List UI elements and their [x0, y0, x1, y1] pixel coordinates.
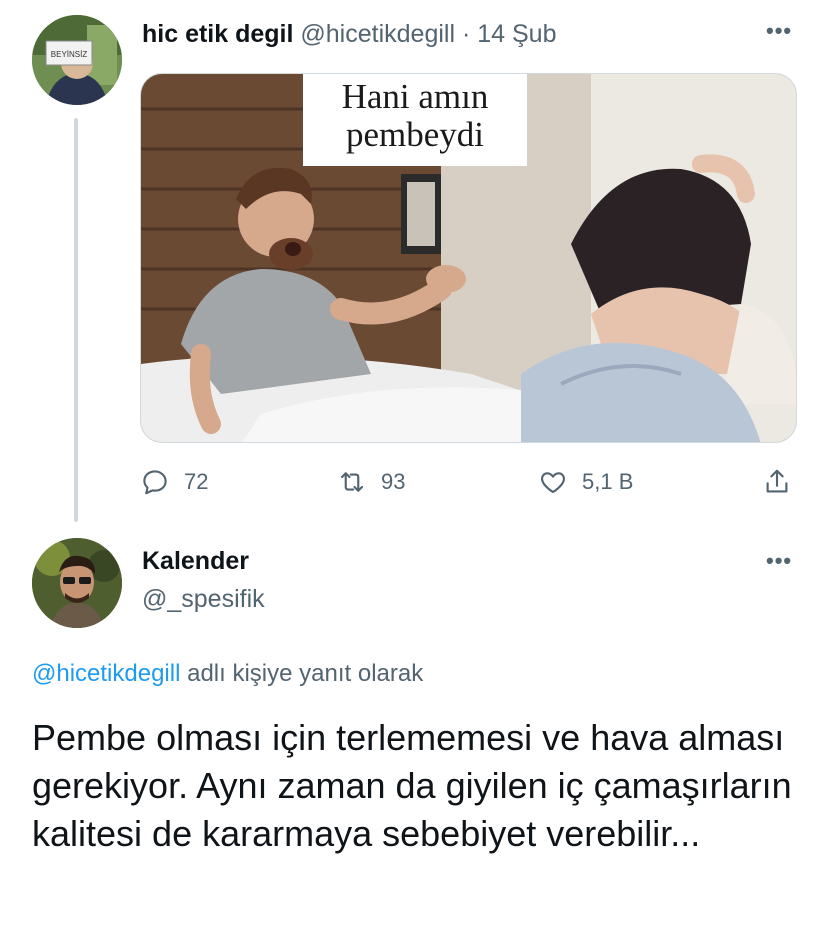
replying-to: @hicetikdegill adlı kişiye yanıt olarak — [32, 658, 423, 690]
retweet-action[interactable]: 93 — [337, 466, 405, 498]
avatar-sign-text: BEYİNSİZ — [51, 50, 88, 59]
meme-caption-line1: Hani amın — [341, 77, 489, 116]
more-options-icon[interactable]: ••• — [766, 548, 792, 574]
more-options-icon[interactable]: ••• — [766, 18, 792, 44]
author-handle[interactable]: @hicetikdegill — [300, 20, 455, 48]
replying-to-suffix: adlı kişiye yanıt olarak — [180, 660, 424, 687]
author-name[interactable]: hic etik degil — [142, 20, 293, 48]
author-avatar[interactable]: BEYİNSİZ — [32, 15, 122, 105]
comment-icon — [143, 470, 167, 495]
reply-action[interactable]: 72 — [140, 466, 208, 498]
separator-dot: · — [461, 20, 471, 48]
reply-author-name[interactable]: Kalender — [142, 545, 249, 577]
replying-to-mention[interactable]: @hicetikdegill — [32, 660, 180, 687]
share-icon — [766, 469, 788, 493]
like-action[interactable]: 5,1 B — [538, 466, 633, 498]
reply-author-handle[interactable]: @_spesifik — [142, 583, 265, 615]
thread-line — [74, 118, 78, 522]
avatar-image — [32, 538, 122, 628]
retweet-icon — [340, 472, 364, 492]
retweet-count: 93 — [381, 469, 406, 494]
tweet-header: hic etik degil @hicetikdegill · 14 Şub — [142, 18, 557, 50]
reply-count: 72 — [184, 469, 209, 494]
share-action[interactable] — [762, 466, 792, 498]
like-count: 5,1 B — [582, 469, 634, 494]
meme-caption-line2: pembeydi — [345, 115, 485, 154]
avatar-image: BEYİNSİZ — [32, 15, 122, 105]
tweet-media-image[interactable]: Hani amın pembeydi — [140, 73, 797, 443]
meme-caption: Hani amın pembeydi — [303, 74, 527, 166]
heart-icon — [541, 472, 565, 494]
tweet-date[interactable]: 14 Şub — [477, 20, 556, 48]
reply-author-avatar[interactable] — [32, 538, 122, 628]
reply-text: Pembe olması için terlememesi ve hava al… — [32, 717, 792, 854]
